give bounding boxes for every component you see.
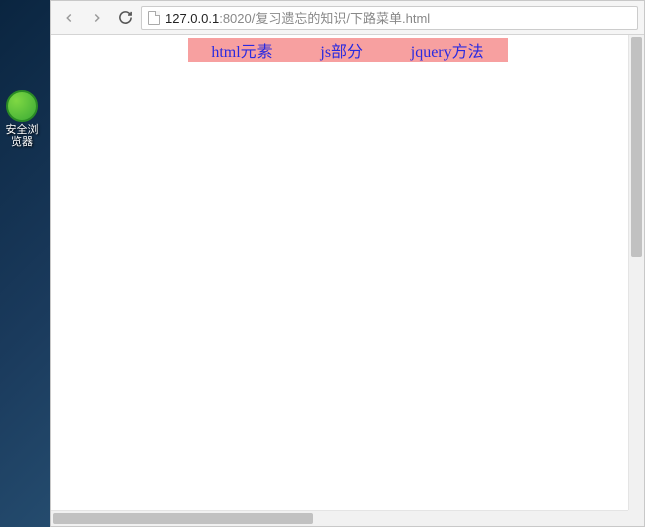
vertical-scrollbar[interactable] (628, 35, 644, 526)
forward-button[interactable] (85, 6, 109, 30)
desktop-shortcut-label: 安全浏览器 (2, 124, 42, 148)
vertical-scroll-thumb[interactable] (631, 37, 642, 257)
arrow-right-icon (90, 11, 104, 25)
page-viewport: html元素 js部分 jquery方法 (51, 35, 644, 526)
horizontal-scroll-thumb[interactable] (53, 513, 313, 524)
file-icon (148, 11, 160, 25)
reload-icon (118, 10, 133, 25)
arrow-left-icon (62, 11, 76, 25)
browser-globe-icon (6, 90, 38, 122)
back-button[interactable] (57, 6, 81, 30)
browser-window: 127.0.0.1:8020/复习遗忘的知识/下路菜单.html html元素 … (50, 0, 645, 527)
url-path: /复习遗忘的知识/下路菜单.html (252, 11, 430, 26)
desktop-background: 安全浏览器 127.0.0.1:8020/复习遗忘的知识/下路菜单.html (0, 0, 645, 527)
url-host: 127.0.0.1 (165, 11, 219, 26)
url-port: :8020 (219, 11, 252, 26)
scroll-corner (628, 510, 644, 526)
menu-item-js[interactable]: js部分 (320, 38, 363, 62)
menu-item-jquery[interactable]: jquery方法 (411, 38, 484, 62)
address-bar[interactable]: 127.0.0.1:8020/复习遗忘的知识/下路菜单.html (141, 6, 638, 30)
reload-button[interactable] (113, 6, 137, 30)
desktop-shortcut-browser[interactable]: 安全浏览器 (2, 90, 42, 148)
browser-toolbar: 127.0.0.1:8020/复习遗忘的知识/下路菜单.html (51, 1, 644, 35)
horizontal-scrollbar[interactable] (51, 510, 628, 526)
menu-item-html[interactable]: html元素 (211, 38, 272, 62)
page-menu-bar: html元素 js部分 jquery方法 (188, 38, 508, 62)
